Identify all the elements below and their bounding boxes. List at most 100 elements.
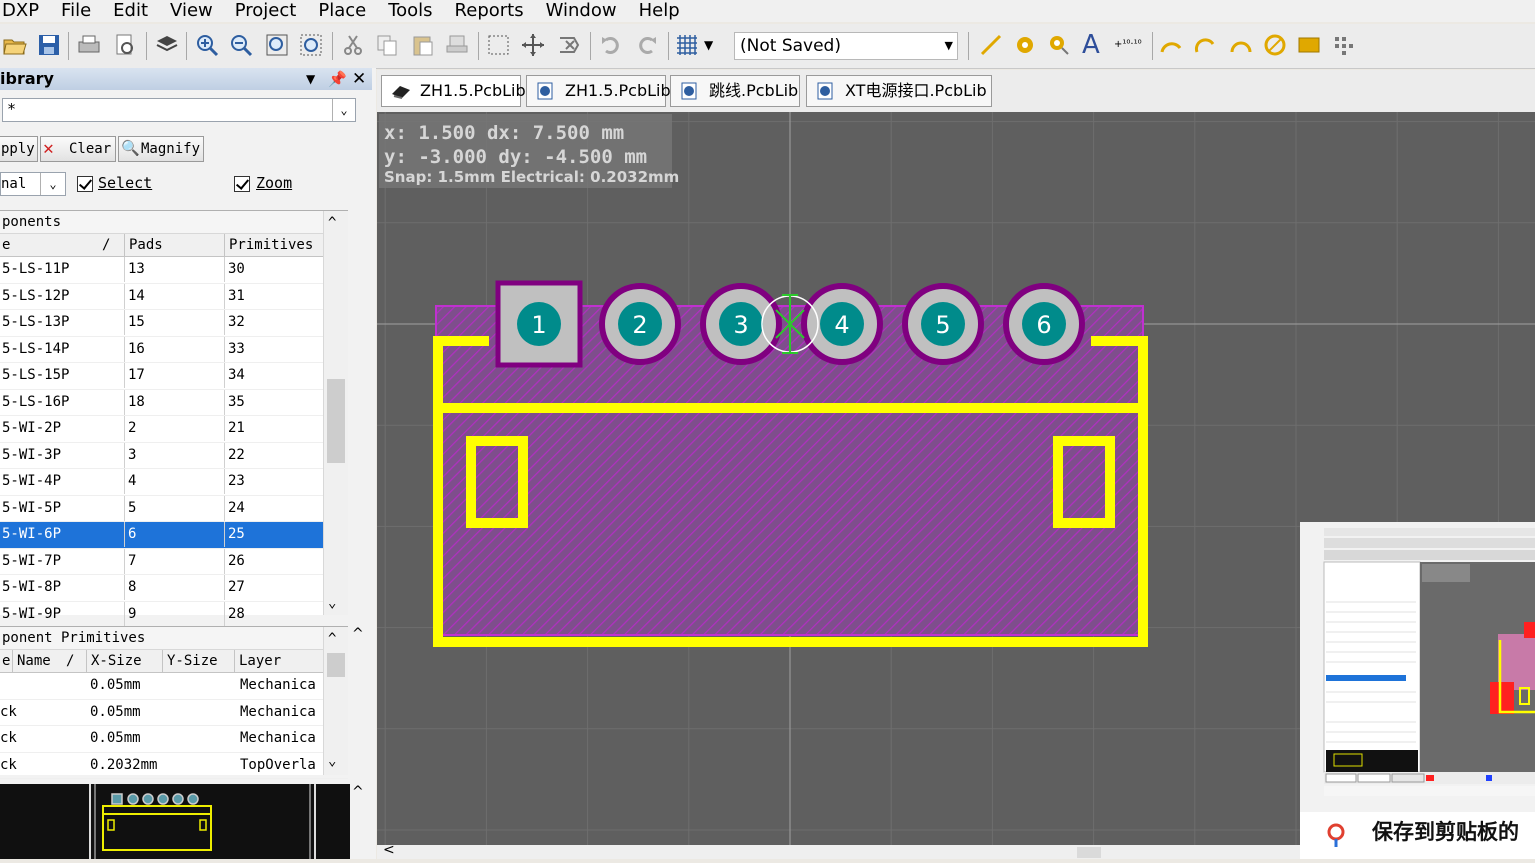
scroll-down-icon[interactable]: ⌄ [328, 753, 336, 769]
table-row[interactable]: 5-LS-14P 16 33 [0, 336, 348, 363]
pad-4[interactable]: 4 [801, 283, 883, 365]
components-scrollbar[interactable]: ^ ⌄ [323, 211, 348, 615]
mask-mode-select[interactable]: nal ⌄ [0, 172, 66, 196]
grid-icon[interactable] [674, 32, 700, 58]
arc-center-icon[interactable] [1158, 32, 1184, 58]
library-filter-input[interactable]: * ⌄ [2, 98, 356, 122]
coordinate-icon[interactable]: +¹⁰·¹⁰ [1114, 32, 1146, 58]
string-icon[interactable]: A [1082, 32, 1108, 58]
layer-stack-icon[interactable] [154, 32, 180, 58]
column-header-layer[interactable]: Layer [234, 650, 281, 672]
components-scroll-thumb[interactable] [327, 379, 345, 463]
clipboard-thumbnail[interactable]: 保存到剪贴板的 [1300, 522, 1535, 859]
table-row[interactable]: 5-LS-16P 18 35 [0, 389, 348, 416]
zoom-checkbox[interactable] [234, 176, 250, 192]
menu-reports[interactable]: Reports [449, 1, 530, 21]
select-checkbox[interactable] [77, 176, 93, 192]
menu-dxp[interactable]: DXP [0, 1, 45, 21]
arc-any-icon[interactable] [1228, 32, 1254, 58]
zoom-area-icon[interactable] [298, 32, 324, 58]
copy-icon[interactable] [374, 32, 400, 58]
primitives-scroll-thumb[interactable] [327, 653, 345, 677]
chevron-down-icon[interactable]: ▼ [945, 33, 953, 59]
array-paste-icon[interactable] [1330, 32, 1356, 58]
apply-button[interactable]: pply [0, 136, 38, 162]
chevron-down-icon[interactable]: ⌄ [332, 99, 355, 121]
menu-window[interactable]: Window [540, 1, 623, 21]
table-row[interactable]: ck 0.2032mm TopOverla [0, 753, 348, 779]
menu-place[interactable]: Place [312, 1, 372, 21]
line-icon[interactable] [978, 32, 1004, 58]
magnify-button[interactable]: 🔍 Magnify [118, 136, 204, 162]
scroll-left-icon[interactable]: < [383, 842, 395, 858]
table-row[interactable]: 5-LS-11P 13 30 [0, 257, 348, 284]
deselect-icon[interactable] [556, 32, 582, 58]
table-row[interactable]: 5-WI-6P 6 25 [0, 522, 348, 549]
zoom-out-icon[interactable] [228, 32, 254, 58]
table-row[interactable]: 5-WI-3P 3 22 [0, 442, 348, 469]
collapse-up-icon[interactable]: ^ [352, 784, 364, 800]
horizontal-scroll-thumb[interactable] [1077, 847, 1101, 858]
primitives-scrollbar[interactable]: ^ ⌄ [323, 627, 348, 775]
scroll-down-icon[interactable]: ⌄ [328, 595, 336, 611]
menu-project[interactable]: Project [229, 1, 303, 21]
cut-icon[interactable] [340, 32, 366, 58]
open-icon[interactable] [2, 32, 28, 58]
table-row[interactable]: 5-WI-9P 9 28 [0, 601, 348, 628]
close-icon[interactable]: ✕ [352, 68, 366, 90]
table-row[interactable]: ck 0.05mm Mechanica [0, 726, 348, 753]
pad-3[interactable]: 3 [700, 283, 782, 365]
full-circle-icon[interactable] [1262, 32, 1288, 58]
pad-icon[interactable] [1012, 32, 1038, 58]
menu-edit[interactable]: Edit [107, 1, 154, 21]
view-configuration-select[interactable]: (Not Saved) ▼ [734, 32, 958, 60]
tab-jumper-pcblib[interactable]: 跳线.PcbLib [670, 75, 800, 107]
undo-icon[interactable] [598, 32, 624, 58]
pin-icon[interactable]: 📌 [328, 68, 347, 90]
rubber-stamp-icon[interactable] [444, 32, 470, 58]
scroll-up-icon[interactable]: ^ [328, 631, 336, 647]
tab-zh15-pcblib-2[interactable]: ZH1.5.PcbLib [526, 75, 671, 107]
clear-button[interactable]: ✕ Clear [40, 136, 116, 162]
column-header-type[interactable]: e [2, 650, 10, 672]
print-preview-icon[interactable] [112, 32, 138, 58]
fill-icon[interactable] [1296, 32, 1322, 58]
tab-zh15-pcblib-1[interactable]: ZH1.5.PcbLib [381, 75, 526, 107]
save-icon[interactable] [36, 32, 62, 58]
column-header-pads[interactable]: Pads [124, 234, 163, 256]
table-row[interactable]: 5-LS-15P 17 34 [0, 363, 348, 390]
menu-view[interactable]: View [164, 1, 219, 21]
select-area-icon[interactable] [486, 32, 512, 58]
zoom-fit-icon[interactable] [264, 32, 290, 58]
column-header-primitives[interactable]: Primitives [224, 234, 313, 256]
table-row[interactable]: 5-WI-5P 5 24 [0, 495, 348, 522]
table-row[interactable]: 5-WI-2P 2 21 [0, 416, 348, 443]
arc-edge-icon[interactable] [1192, 32, 1218, 58]
grid-dropdown-icon[interactable]: ▼ [704, 32, 718, 58]
pad-6[interactable]: 6 [1003, 283, 1085, 365]
table-row[interactable]: 5-WI-4P 4 23 [0, 469, 348, 496]
table-row[interactable]: ck 0.05mm Mechanica [0, 700, 348, 726]
menu-file[interactable]: File [55, 1, 97, 21]
table-row[interactable]: 5-WI-7P 7 26 [0, 548, 348, 575]
chevron-down-icon[interactable]: ⌄ [40, 173, 65, 195]
pad-1[interactable]: 1 [495, 280, 583, 368]
via-icon[interactable] [1046, 32, 1072, 58]
column-header-x-size[interactable]: X-Size [86, 650, 142, 672]
table-row[interactable]: 5-WI-8P 8 27 [0, 575, 348, 602]
menu-tools[interactable]: Tools [382, 1, 438, 21]
menu-help[interactable]: Help [633, 1, 686, 21]
column-header-name[interactable]: e [2, 234, 10, 256]
redo-icon[interactable] [634, 32, 660, 58]
pad-2[interactable]: 2 [599, 283, 681, 365]
paste-icon[interactable] [410, 32, 436, 58]
table-row[interactable]: 0.05mm Mechanica [0, 673, 348, 700]
column-header-y-size[interactable]: Y-Size [162, 650, 218, 672]
table-row[interactable]: 5-LS-12P 14 31 [0, 283, 348, 310]
print-icon[interactable] [76, 32, 102, 58]
table-row[interactable]: 5-LS-13P 15 32 [0, 310, 348, 337]
tab-xt-power-connector-pcblib[interactable]: XT电源接口.PcbLib [806, 75, 992, 107]
scroll-up-icon[interactable]: ^ [328, 215, 336, 231]
panel-menu-icon[interactable]: ▼ [306, 68, 315, 90]
pad-5[interactable]: 5 [902, 283, 984, 365]
